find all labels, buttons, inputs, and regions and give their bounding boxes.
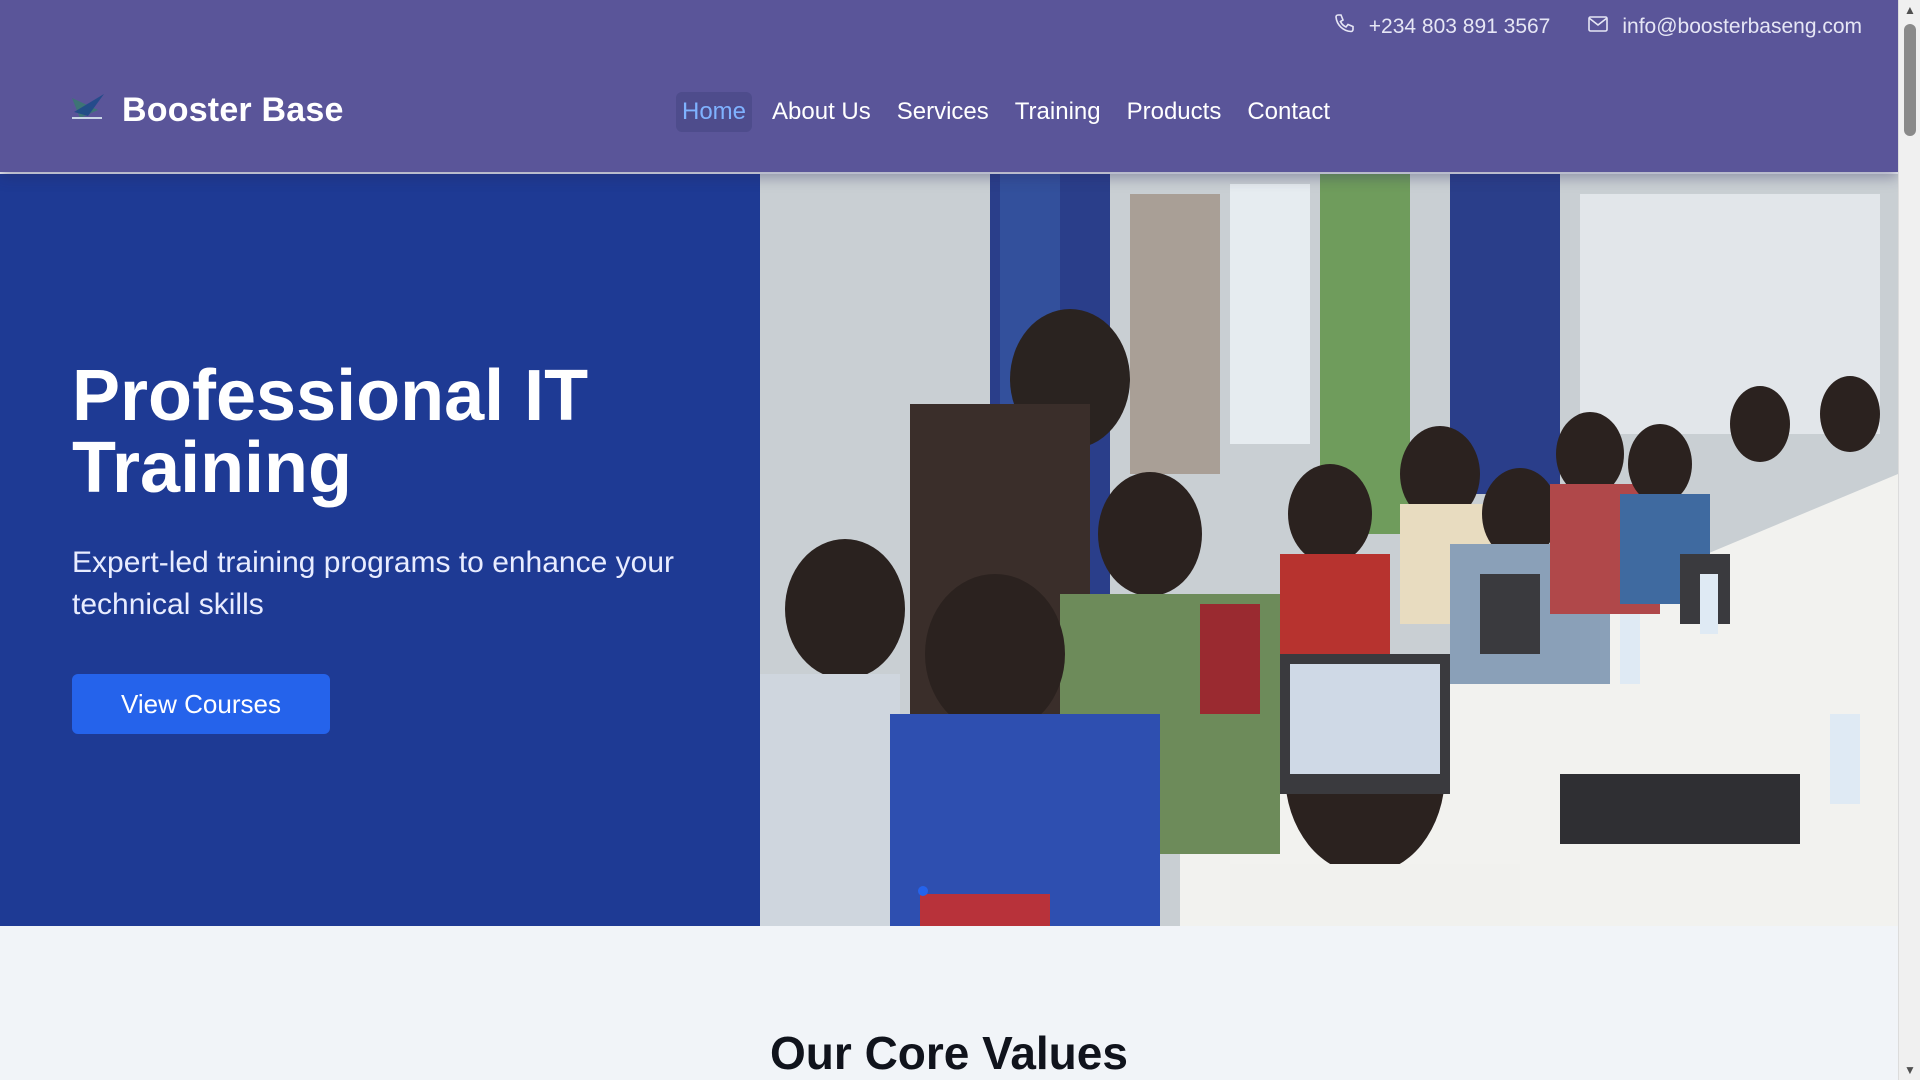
- carousel-indicator[interactable]: [918, 886, 928, 896]
- main-nav: Home About Us Services Training Products…: [676, 92, 1336, 132]
- scroll-down-arrow-icon[interactable]: ▼: [1899, 1060, 1920, 1080]
- section-title: Our Core Values: [770, 1027, 1128, 1079]
- nav-training[interactable]: Training: [1009, 92, 1107, 132]
- scroll-up-arrow-icon[interactable]: ▲: [1899, 0, 1920, 20]
- core-values-section: Our Core Values: [0, 926, 1898, 1080]
- site-header: +234 803 891 3567 info@boosterbaseng.com: [0, 0, 1898, 172]
- logo-icon: [68, 88, 108, 133]
- hero-section: Professional IT Training Expert-led trai…: [0, 174, 1898, 926]
- view-courses-button[interactable]: View Courses: [72, 674, 330, 734]
- nav-about-us[interactable]: About Us: [766, 92, 877, 132]
- nav-home[interactable]: Home: [676, 92, 753, 132]
- contact-bar: +234 803 891 3567 info@boosterbaseng.com: [1333, 12, 1862, 42]
- vertical-scrollbar[interactable]: ▲ ▼: [1898, 0, 1920, 1080]
- hero-image: [760, 174, 1898, 926]
- mail-icon: [1586, 12, 1610, 42]
- phone-contact[interactable]: +234 803 891 3567: [1333, 12, 1551, 42]
- brand-name: Booster Base: [122, 91, 344, 129]
- email-address: info@boosterbaseng.com: [1622, 15, 1862, 38]
- phone-icon: [1333, 12, 1357, 42]
- email-contact[interactable]: info@boosterbaseng.com: [1586, 12, 1862, 42]
- nav-services[interactable]: Services: [891, 92, 995, 132]
- hero-subtitle: Expert-led training programs to enhance …: [72, 546, 674, 621]
- scroll-thumb[interactable]: [1904, 24, 1916, 136]
- nav-contact[interactable]: Contact: [1241, 92, 1336, 132]
- training-room-photo: [760, 174, 1898, 926]
- brand-logo[interactable]: Booster Base: [68, 88, 344, 133]
- hero-title: Professional IT Training: [72, 356, 589, 508]
- hero-panel: Professional IT Training Expert-led trai…: [0, 174, 760, 926]
- phone-number: +234 803 891 3567: [1368, 15, 1551, 38]
- page: +234 803 891 3567 info@boosterbaseng.com: [0, 0, 1898, 1080]
- nav-products[interactable]: Products: [1121, 92, 1228, 132]
